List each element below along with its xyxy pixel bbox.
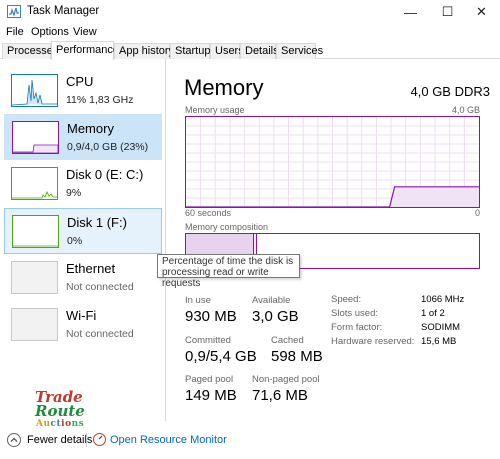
task-manager-icon bbox=[7, 5, 21, 18]
paged-pool-value: 149 MB bbox=[185, 387, 237, 404]
memory-usage-max: 4,0 GB bbox=[451, 105, 480, 115]
disk-graph-icon bbox=[11, 167, 58, 200]
resource-monitor-icon[interactable] bbox=[93, 433, 106, 446]
available-value: 3,0 GB bbox=[252, 308, 299, 325]
memory-usage-label: Memory usage bbox=[185, 105, 245, 115]
memory-usage-chart bbox=[185, 116, 480, 208]
logo-line-2: Route bbox=[35, 402, 85, 420]
tab-startup[interactable]: Startup bbox=[170, 43, 210, 59]
footer-bar: Fewer details Open Resource Monitor bbox=[0, 425, 500, 459]
tab-processes[interactable]: Processes bbox=[2, 43, 58, 59]
in-use-label: In use bbox=[185, 295, 211, 306]
fewer-details-link[interactable]: Fewer details bbox=[27, 434, 92, 446]
resource-detail: 0% bbox=[67, 235, 83, 247]
menu-file[interactable]: File bbox=[6, 26, 24, 38]
resource-list: CPU 11% 1,83 GHz Memory 0,9/4,0 GB (23%)… bbox=[0, 59, 166, 421]
page-title: Memory bbox=[184, 75, 264, 100]
resource-detail: 11% 1,83 GHz bbox=[66, 94, 134, 106]
resource-name: Memory bbox=[67, 121, 114, 136]
hardware-reserved-label: Hardware reserved: bbox=[331, 336, 415, 347]
tooltip-line-2: processing read or write requests bbox=[162, 267, 269, 289]
tooltip-line-1: Percentage of time the disk is bbox=[162, 256, 294, 267]
non-paged-pool-label: Non-paged pool bbox=[252, 374, 320, 385]
disk-graph-icon bbox=[12, 215, 59, 248]
open-resource-monitor-link[interactable]: Open Resource Monitor bbox=[110, 434, 227, 446]
network-graph-icon bbox=[11, 261, 58, 294]
available-label: Available bbox=[252, 295, 291, 306]
committed-value: 0,9/5,4 GB bbox=[185, 348, 257, 365]
speed-label: Speed: bbox=[331, 294, 362, 305]
network-graph-icon bbox=[11, 308, 58, 341]
slots-used-value: 1 of 2 bbox=[421, 308, 445, 319]
resource-name: Wi-Fi bbox=[66, 308, 97, 323]
resource-item-memory[interactable]: Memory 0,9/4,0 GB (23%) bbox=[4, 114, 162, 160]
committed-label: Committed bbox=[185, 335, 231, 346]
slots-used-label: Slots used: bbox=[331, 308, 378, 319]
menu-view[interactable]: View bbox=[73, 26, 97, 38]
close-icon: ✕ bbox=[476, 4, 487, 19]
menu-options[interactable]: Options bbox=[31, 26, 69, 38]
resource-item-ethernet[interactable]: Ethernet Not connected bbox=[4, 255, 162, 301]
non-paged-pool-value: 71,6 MB bbox=[252, 387, 308, 404]
tab-performance[interactable]: Performance bbox=[51, 41, 119, 60]
resource-name: Ethernet bbox=[66, 261, 116, 276]
resource-detail: Not connected bbox=[66, 328, 134, 340]
tab-strip: Processes Performance App history Startu… bbox=[0, 41, 500, 60]
tab-users[interactable]: Users bbox=[210, 43, 244, 59]
tab-app-history[interactable]: App history bbox=[114, 43, 174, 59]
resource-item-wifi[interactable]: Wi-Fi Not connected bbox=[4, 302, 162, 348]
axis-left-label: 60 seconds bbox=[185, 208, 232, 218]
resource-name: Disk 0 (E: C:) bbox=[66, 167, 144, 182]
resource-detail: 9% bbox=[66, 187, 82, 199]
usage-chart-svg bbox=[186, 117, 479, 207]
in-use-value: 930 MB bbox=[185, 308, 237, 325]
window-title: Task Manager bbox=[27, 5, 100, 17]
disk-tooltip: Percentage of time the disk is processin… bbox=[157, 254, 300, 289]
form-factor-value: SODIMM bbox=[421, 322, 461, 333]
speed-value: 1066 MHz bbox=[421, 294, 465, 305]
maximize-icon: ☐ bbox=[441, 4, 454, 19]
resource-item-cpu[interactable]: CPU 11% 1,83 GHz bbox=[4, 68, 162, 114]
minimize-button[interactable]: — bbox=[392, 0, 429, 24]
hardware-reserved-value: 15,6 MB bbox=[421, 336, 457, 347]
minimize-icon: — bbox=[404, 4, 417, 20]
memory-panel: Memory 4,0 GB DDR3 Memory usage 4,0 GB 6… bbox=[167, 59, 500, 421]
memory-composition-label: Memory composition bbox=[185, 222, 269, 232]
maximize-button[interactable]: ☐ bbox=[429, 0, 466, 24]
tab-details[interactable]: Details bbox=[240, 43, 279, 59]
close-button[interactable]: ✕ bbox=[463, 0, 500, 24]
form-factor-label: Form factor: bbox=[331, 322, 383, 333]
memory-spec: 4,0 GB DDR3 bbox=[410, 84, 490, 99]
title-bar: Task Manager — ☐ ✕ bbox=[0, 0, 500, 24]
resource-detail: Not connected bbox=[66, 281, 134, 293]
resource-item-disk-0[interactable]: Disk 0 (E: C:) 9% bbox=[4, 161, 162, 207]
paged-pool-label: Paged pool bbox=[185, 374, 234, 385]
resource-name: Disk 1 (F:) bbox=[67, 215, 127, 230]
resource-item-disk-1[interactable]: Disk 1 (F:) 0% bbox=[4, 208, 162, 254]
memory-graph-icon bbox=[12, 121, 59, 154]
cached-label: Cached bbox=[271, 335, 304, 346]
menu-bar: File Options View bbox=[0, 24, 500, 41]
cached-value: 598 MB bbox=[271, 348, 323, 365]
axis-right-label: 0 bbox=[474, 208, 480, 218]
chevron-up-icon[interactable] bbox=[7, 433, 21, 447]
resource-name: CPU bbox=[66, 74, 94, 89]
tab-services[interactable]: Services bbox=[276, 43, 323, 59]
cpu-graph-icon bbox=[11, 74, 58, 107]
footer-separator bbox=[86, 433, 87, 447]
resource-detail: 0,9/4,0 GB (23%) bbox=[67, 141, 149, 153]
